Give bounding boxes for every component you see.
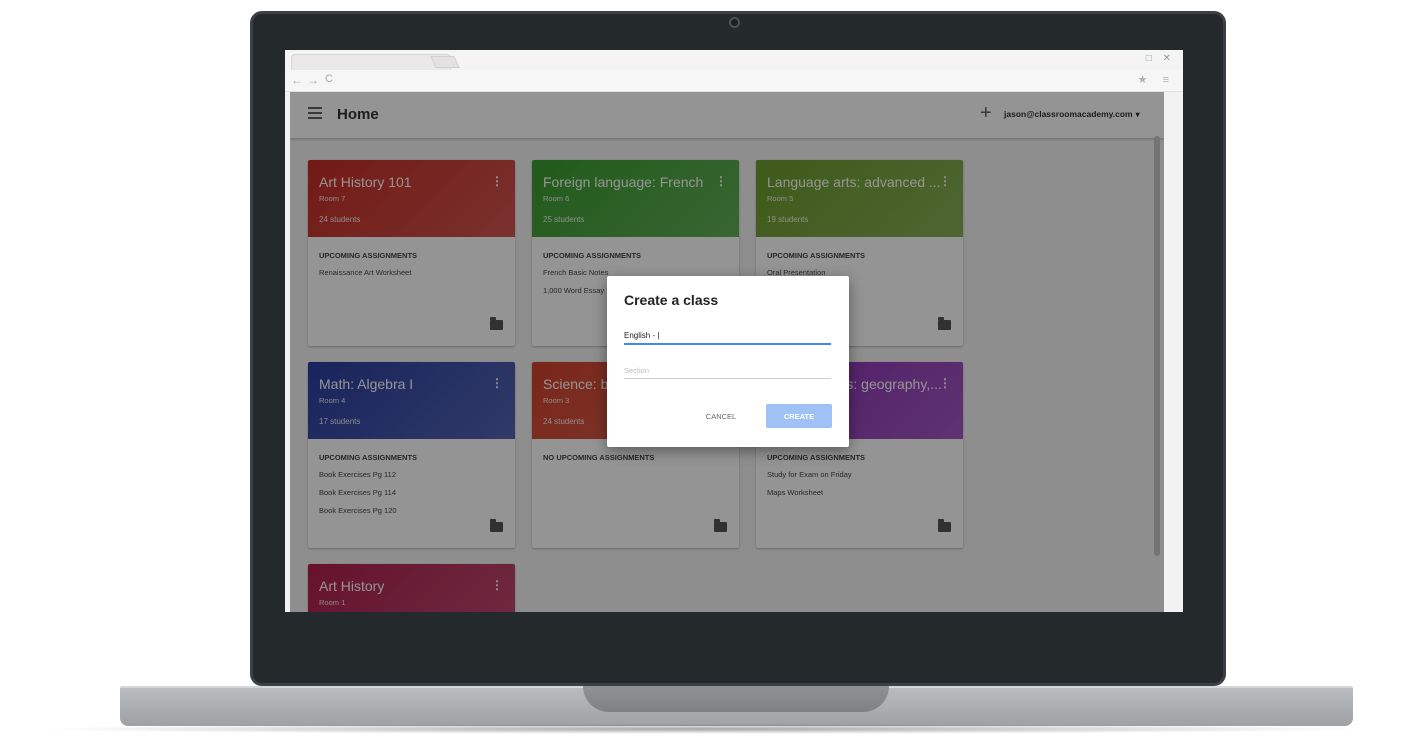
screen: □ ✕ ← → C ★ ≡ Home + jason@classroomacad…: [285, 50, 1183, 612]
reload-icon[interactable]: C: [325, 73, 333, 85]
section-input[interactable]: [624, 362, 831, 379]
browser-toolbar: ← → C ★ ≡: [285, 70, 1183, 92]
window-controls[interactable]: □ ✕: [1146, 53, 1175, 64]
new-tab-button[interactable]: [430, 56, 460, 68]
laptop-base-notch: [583, 686, 889, 712]
browser-menu-icons[interactable]: ★ ≡: [1138, 73, 1175, 86]
create-class-dialog: Create a class CANCEL CREATE: [607, 276, 849, 447]
browser-tab[interactable]: [291, 54, 451, 70]
dialog-title: Create a class: [624, 292, 719, 308]
classroom-page: Home + jason@classroomacademy.com ▾ Art H…: [290, 92, 1164, 612]
cancel-button[interactable]: CANCEL: [699, 406, 743, 426]
back-icon[interactable]: ←: [291, 73, 303, 87]
forward-icon[interactable]: →: [307, 73, 319, 87]
class-name-input[interactable]: [624, 328, 831, 345]
browser-tab-strip: □ ✕: [285, 50, 1183, 70]
create-button[interactable]: CREATE: [766, 404, 832, 428]
webcam: [729, 17, 740, 28]
laptop-shadow: [30, 724, 1373, 734]
